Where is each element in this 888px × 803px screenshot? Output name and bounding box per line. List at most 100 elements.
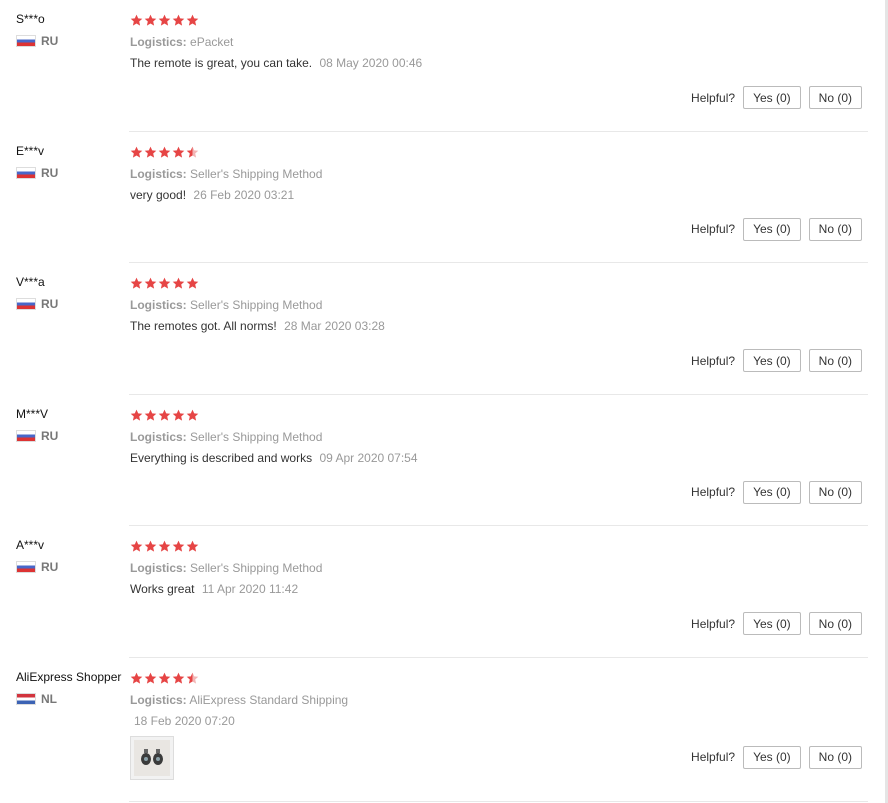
review-text-row: Everything is described and works 09 Apr… — [130, 451, 868, 465]
star-icon — [172, 14, 185, 27]
reviewer-name: E***v — [16, 143, 45, 158]
star-icon — [130, 277, 143, 290]
helpful-label: Helpful? — [691, 616, 736, 631]
star-icon — [144, 540, 157, 553]
logistics-method: Seller's Shipping Method — [190, 298, 323, 312]
logistics-info: Logistics: ePacket — [130, 35, 868, 49]
star-icon — [158, 14, 171, 27]
helpful-yes-button[interactable]: Yes (0) — [743, 612, 801, 635]
helpful-no-button[interactable]: No (0) — [808, 86, 862, 109]
star-icon — [172, 672, 185, 685]
helpful-yes-button[interactable]: Yes (0) — [743, 745, 801, 769]
star-icon — [172, 277, 185, 290]
reviewer-info: V***a RU — [16, 275, 128, 311]
reviewer-info: M***V RU — [16, 407, 128, 443]
helpful-yes-button[interactable]: Yes (0) — [743, 86, 801, 109]
review-content: Logistics: Seller's Shipping Method The … — [130, 277, 868, 333]
reviewer-country: RU — [16, 429, 128, 443]
star-icon — [158, 540, 171, 553]
star-rating — [130, 409, 868, 423]
star-icon — [130, 540, 143, 553]
reviewer-name: AliExpress Shopper — [16, 669, 122, 684]
review-date: 26 Feb 2020 03:21 — [193, 187, 295, 202]
star-icon — [186, 540, 199, 553]
review-date: 08 May 2020 00:46 — [319, 56, 423, 70]
reviewer-country: RU — [16, 34, 128, 48]
review-content: Logistics: Seller's Shipping Method very… — [130, 146, 868, 202]
review-date: 09 Apr 2020 07:54 — [319, 450, 418, 465]
product-photo-icon — [134, 739, 170, 776]
helpful-no-button[interactable]: No (0) — [808, 612, 862, 635]
helpful-label: Helpful? — [691, 353, 736, 368]
star-icon — [130, 409, 143, 422]
helpful-yes-button[interactable]: Yes (0) — [743, 217, 801, 241]
star-icon — [144, 672, 157, 685]
review-text: Everything is described and works — [130, 450, 313, 465]
star-icon — [130, 146, 143, 159]
review-content: Logistics: ePacket The remote is great, … — [130, 14, 868, 70]
reviewer-name: M***V — [16, 406, 49, 421]
logistics-info: Logistics: Seller's Shipping Method — [130, 561, 868, 575]
helpful-vote: Helpful? Yes (0) No (0) — [691, 217, 862, 241]
star-icon — [158, 409, 171, 422]
reviewer-name: V***a — [16, 275, 45, 289]
star-icon — [144, 277, 157, 290]
reviewer-country: NL — [16, 692, 128, 706]
helpful-no-button[interactable]: No (0) — [808, 480, 862, 504]
helpful-yes-button[interactable]: Yes (0) — [743, 349, 801, 372]
star-icon — [186, 409, 199, 422]
flag-ru-icon — [16, 298, 36, 310]
logistics-info: Logistics: Seller's Shipping Method — [130, 167, 868, 181]
logistics-label: Logistics: — [130, 429, 187, 444]
star-icon — [186, 146, 199, 159]
helpful-vote: Helpful? Yes (0) No (0) — [691, 480, 862, 504]
helpful-label: Helpful? — [691, 750, 736, 764]
star-rating — [130, 277, 868, 291]
reviewer-country: RU — [16, 297, 128, 311]
country-code: RU — [41, 560, 59, 574]
review-item: S***o RU Logistics: ePacket The remote i… — [0, 0, 888, 132]
star-rating — [130, 540, 868, 554]
helpful-no-button[interactable]: No (0) — [808, 349, 862, 372]
review-content: Logistics: Seller's Shipping Method Ever… — [130, 409, 868, 465]
logistics-method: Seller's Shipping Method — [190, 561, 323, 575]
review-text-row: very good! 26 Feb 2020 03:21 — [130, 188, 868, 202]
review-date: 11 Apr 2020 11:42 — [201, 582, 299, 596]
logistics-label: Logistics: — [130, 166, 187, 181]
review-text: The remotes got. All norms! — [130, 319, 277, 333]
star-icon — [158, 146, 171, 159]
review-item: E***v RU Logistics: Seller's Shipping Me… — [0, 132, 888, 263]
logistics-label: Logistics: — [130, 298, 187, 312]
flag-ru-icon — [16, 35, 36, 47]
star-icon — [186, 14, 199, 27]
logistics-label: Logistics: — [130, 692, 187, 707]
star-icon — [172, 146, 185, 159]
star-rating — [130, 14, 868, 28]
review-item: AliExpress Shopper NL Logistics: AliExpr… — [0, 658, 888, 802]
helpful-yes-button[interactable]: Yes (0) — [743, 480, 801, 504]
review-item: A***v RU Logistics: Seller's Shipping Me… — [0, 526, 888, 658]
flag-nl-icon — [16, 692, 36, 705]
review-text-row: Works great 11 Apr 2020 11:42 — [130, 582, 868, 596]
star-icon — [186, 672, 199, 685]
flag-ru-icon — [16, 429, 36, 442]
country-code: RU — [41, 297, 59, 311]
review-photo-thumbnail[interactable] — [130, 735, 174, 780]
review-text: Works great — [130, 582, 195, 596]
review-item: M***V RU Logistics: Seller's Shipping Me… — [0, 395, 888, 526]
review-content: Logistics: Seller's Shipping Method Work… — [130, 540, 868, 596]
helpful-no-button[interactable]: No (0) — [808, 217, 862, 241]
logistics-info: Logistics: Seller's Shipping Method — [130, 298, 868, 312]
review-text-row: The remotes got. All norms! 28 Mar 2020 … — [130, 319, 868, 333]
star-icon — [158, 672, 171, 685]
star-icon — [130, 672, 143, 685]
star-rating — [130, 672, 868, 686]
reviewer-info: S***o RU — [16, 12, 128, 48]
review-list: S***o RU Logistics: ePacket The remote i… — [0, 0, 888, 802]
reviewer-info: A***v RU — [16, 538, 128, 574]
star-icon — [144, 146, 157, 159]
helpful-no-button[interactable]: No (0) — [808, 745, 862, 769]
helpful-label: Helpful? — [691, 90, 736, 105]
star-icon — [158, 277, 171, 290]
helpful-vote: Helpful? Yes (0) No (0) — [691, 86, 862, 109]
